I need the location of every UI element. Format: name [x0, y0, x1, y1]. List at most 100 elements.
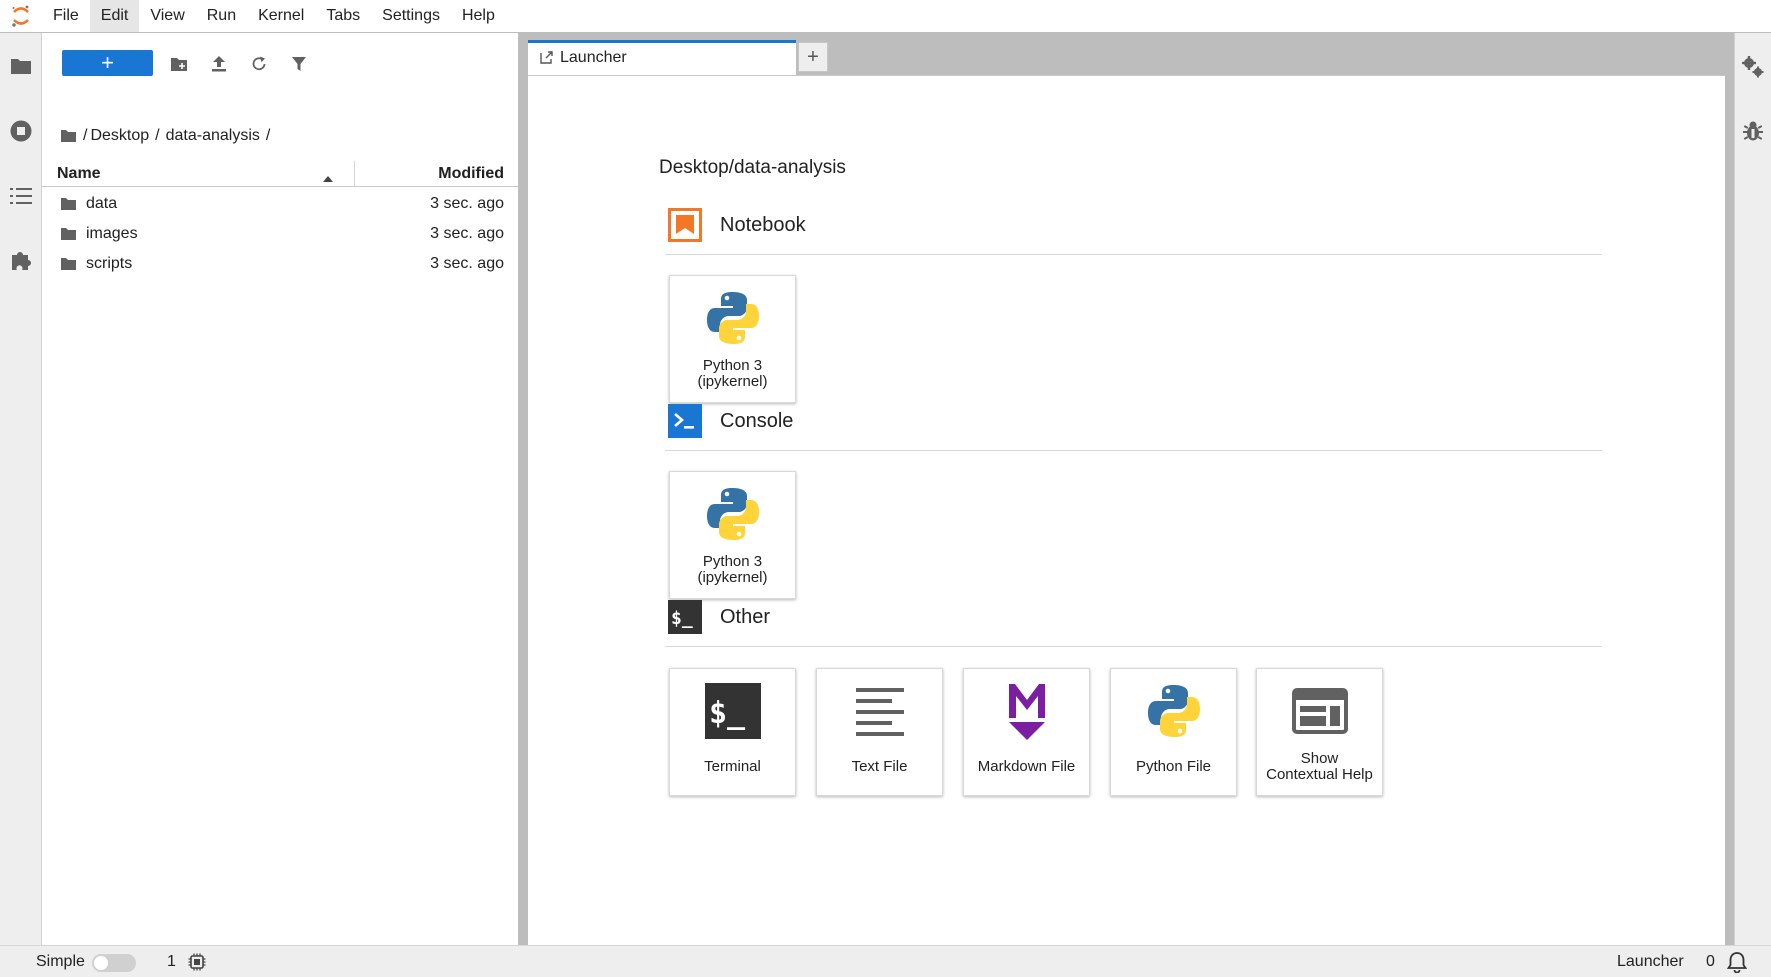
- python-icon: [1142, 679, 1206, 743]
- sort-ascending-icon[interactable]: [323, 169, 333, 187]
- notification-count[interactable]: 0: [1706, 953, 1715, 971]
- card-label-line1: Show: [1300, 750, 1339, 767]
- running-kernels-icon[interactable]: [9, 119, 33, 143]
- terminal-icon: $_: [701, 679, 765, 743]
- refresh-icon[interactable]: [248, 53, 270, 75]
- tab-label: Launcher: [560, 49, 627, 66]
- left-sidebar: [0, 33, 42, 945]
- launcher-card-contextual-help[interactable]: Show Contextual Help: [1256, 668, 1383, 796]
- folder-icon: [60, 227, 77, 246]
- new-launcher-button[interactable]: +: [62, 50, 153, 76]
- panel-splitter[interactable]: [518, 33, 528, 945]
- simple-mode-toggle[interactable]: [92, 954, 136, 972]
- upload-icon[interactable]: [208, 53, 230, 75]
- debugger-icon[interactable]: [1741, 119, 1765, 143]
- filter-icon[interactable]: [288, 53, 310, 75]
- menu-file[interactable]: File: [42, 0, 90, 32]
- file-name: scripts: [86, 255, 133, 272]
- breadcrumb: / Desktop / data-analysis /: [60, 124, 270, 148]
- column-divider[interactable]: [354, 161, 355, 186]
- card-label-line1: Python 3: [702, 357, 763, 374]
- column-header-name[interactable]: Name: [57, 165, 101, 183]
- breadcrumb-part-data-analysis[interactable]: data-analysis: [166, 127, 260, 145]
- right-sidebar: [1734, 33, 1771, 945]
- file-list-header: Name Modified: [42, 161, 518, 187]
- file-row-images[interactable]: images 3 sec. ago: [42, 220, 518, 250]
- main-dock-area: Launcher + Desktop/data-analysis Noteboo…: [528, 33, 1734, 945]
- menu-tabs[interactable]: Tabs: [315, 0, 371, 32]
- file-modified: 3 sec. ago: [430, 195, 504, 212]
- folder-icon: [60, 197, 77, 216]
- section-title: Other: [720, 606, 771, 628]
- menu-settings[interactable]: Settings: [371, 0, 451, 32]
- folder-icon: [60, 257, 77, 276]
- menu-kernel[interactable]: Kernel: [247, 0, 315, 32]
- breadcrumb-part-desktop[interactable]: Desktop: [90, 127, 149, 145]
- console-icon: [668, 404, 702, 438]
- file-name: data: [86, 195, 118, 212]
- card-label-line2: Contextual Help: [1266, 766, 1373, 783]
- launcher-panel: Desktop/data-analysis Notebook Python 3 …: [528, 75, 1725, 945]
- kernel-count[interactable]: 1: [167, 953, 176, 971]
- breadcrumb-separator: /: [155, 127, 160, 144]
- breadcrumb-home-icon[interactable]: [60, 129, 77, 143]
- launcher-card-terminal[interactable]: $_ Terminal: [669, 668, 796, 796]
- file-browser-toolbar: +: [42, 49, 518, 79]
- markdown-icon: [995, 679, 1059, 743]
- python-icon: [701, 286, 765, 350]
- property-inspector-icon[interactable]: [1741, 55, 1765, 79]
- file-modified: 3 sec. ago: [430, 255, 504, 272]
- card-label: Python 3 (ipykernel): [670, 554, 795, 586]
- kernel-chip-icon[interactable]: [188, 953, 206, 976]
- card-label: Python 3 (ipykernel): [670, 358, 795, 390]
- card-label-line1: Python 3: [702, 553, 763, 570]
- file-row-data[interactable]: data 3 sec. ago: [42, 190, 518, 220]
- menu-help[interactable]: Help: [451, 0, 506, 32]
- launcher-card-python-file[interactable]: Python File: [1110, 668, 1237, 796]
- column-header-modified[interactable]: Modified: [438, 165, 504, 183]
- status-bar: Simple 1 Launcher 0: [0, 945, 1771, 977]
- launcher-card-notebook-python3[interactable]: Python 3 (ipykernel): [669, 275, 796, 403]
- section-divider: [665, 646, 1602, 647]
- card-label: Text File: [851, 758, 908, 775]
- card-label-line2: (ipykernel): [697, 373, 768, 390]
- launcher-card-console-python3[interactable]: Python 3 (ipykernel): [669, 471, 796, 599]
- menu-view[interactable]: View: [139, 0, 195, 32]
- launcher-current-directory: Desktop/data-analysis: [659, 157, 846, 178]
- jupyter-logo-icon: [0, 0, 42, 33]
- section-divider: [665, 254, 1602, 255]
- table-of-contents-icon[interactable]: [9, 184, 33, 208]
- launcher-card-markdown-file[interactable]: Markdown File: [963, 668, 1090, 796]
- section-divider: [665, 450, 1602, 451]
- menu-run[interactable]: Run: [196, 0, 247, 32]
- python-icon: [701, 482, 765, 546]
- launcher-card-text-file[interactable]: Text File: [816, 668, 943, 796]
- toggle-knob: [94, 956, 108, 970]
- menu-bar: File Edit View Run Kernel Tabs Settings …: [0, 0, 1771, 33]
- breadcrumb-root[interactable]: /: [83, 127, 87, 145]
- current-activity-label: Launcher: [1617, 953, 1684, 970]
- launcher-icon: [540, 50, 554, 69]
- folder-icon[interactable]: [9, 54, 33, 78]
- card-label-line2: (ipykernel): [697, 569, 768, 586]
- other-terminal-icon: $_: [668, 600, 702, 634]
- card-label: Terminal: [704, 758, 761, 775]
- tab-launcher[interactable]: Launcher: [528, 40, 796, 75]
- card-label: Python File: [1135, 758, 1212, 775]
- extension-icon[interactable]: [9, 248, 33, 272]
- svg-text:$_: $_: [671, 608, 693, 629]
- menu-edit[interactable]: Edit: [89, 0, 140, 32]
- notebook-icon: [668, 208, 702, 242]
- section-title: Console: [720, 410, 794, 432]
- breadcrumb-separator: /: [265, 127, 271, 144]
- file-browser: + / Desktop / data-analysis / Name Modif…: [42, 33, 518, 945]
- file-row-scripts[interactable]: scripts 3 sec. ago: [42, 250, 518, 280]
- file-modified: 3 sec. ago: [430, 225, 504, 242]
- svg-text:$_: $_: [709, 696, 746, 731]
- card-label: Markdown File: [977, 758, 1076, 775]
- simple-mode-label: Simple: [36, 953, 85, 970]
- file-name: images: [86, 225, 138, 242]
- new-tab-button[interactable]: +: [798, 42, 828, 72]
- new-folder-icon[interactable]: [168, 53, 190, 75]
- bell-icon[interactable]: [1726, 951, 1748, 977]
